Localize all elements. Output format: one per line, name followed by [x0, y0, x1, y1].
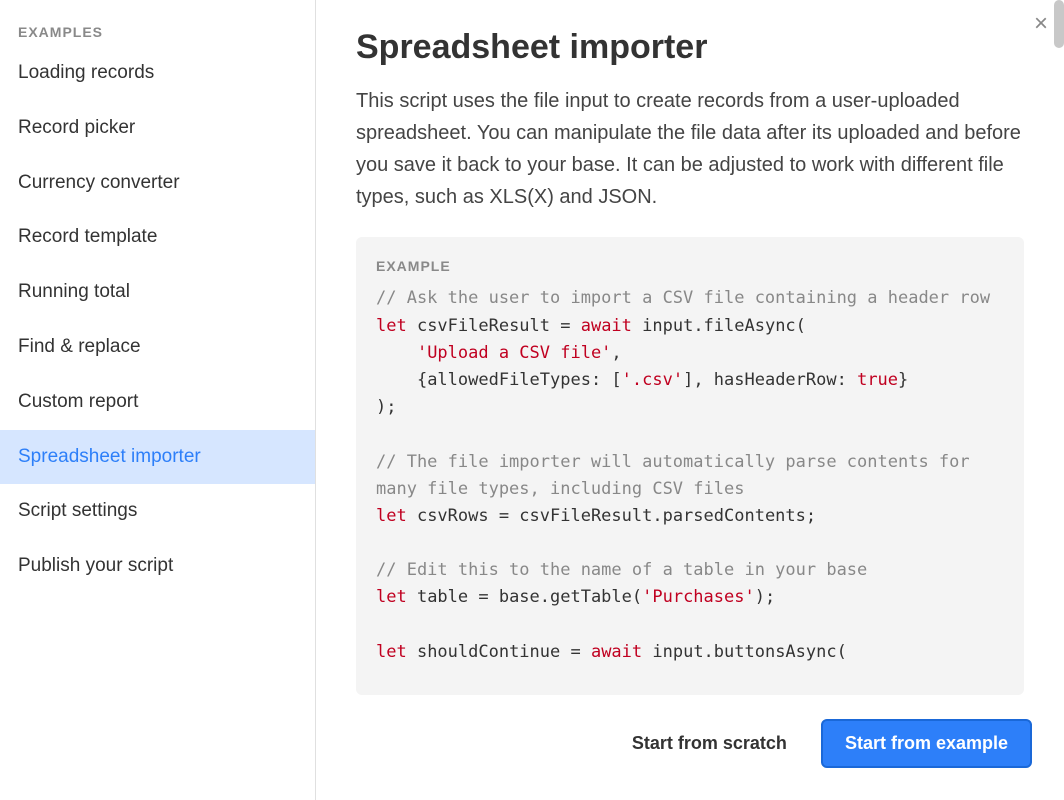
code-token-keyword: let — [376, 316, 407, 336]
page-description: This script uses the file input to creat… — [356, 85, 1024, 213]
code-token-plain: } — [898, 370, 908, 390]
code-token-plain — [376, 343, 417, 363]
start-from-scratch-button[interactable]: Start from scratch — [626, 723, 793, 764]
footer: Start from scratch Start from example — [316, 695, 1064, 800]
code-token-keyword: let — [376, 642, 407, 662]
code-token-plain: csvFileResult = — [407, 316, 581, 336]
close-icon[interactable]: × — [1030, 8, 1052, 40]
app-root: EXAMPLES Loading recordsRecord pickerCur… — [0, 0, 1064, 800]
code-token-string: '.csv' — [622, 370, 683, 390]
code-example-block: EXAMPLE // Ask the user to import a CSV … — [356, 237, 1024, 695]
code-token-plain: ); — [376, 397, 396, 417]
sidebar-item-currency-converter[interactable]: Currency converter — [0, 156, 315, 211]
sidebar-item-publish-your-script[interactable]: Publish your script — [0, 539, 315, 594]
scrollbar[interactable] — [1054, 0, 1064, 48]
code-token-plain: {allowedFileTypes: [ — [376, 370, 622, 390]
sidebar-item-running-total[interactable]: Running total — [0, 265, 315, 320]
code-token-await: await — [581, 316, 632, 336]
code-token-plain: csvRows = csvFileResult.parsedContents; — [407, 506, 816, 526]
main-panel: × Spreadsheet importer This script uses … — [316, 0, 1064, 800]
content: Spreadsheet importer This script uses th… — [316, 0, 1064, 695]
code-token-string: 'Purchases' — [642, 587, 755, 607]
sidebar: EXAMPLES Loading recordsRecord pickerCur… — [0, 0, 316, 800]
sidebar-item-record-template[interactable]: Record template — [0, 210, 315, 265]
sidebar-item-record-picker[interactable]: Record picker — [0, 101, 315, 156]
code-token-comment: // The file importer will automatically … — [376, 452, 980, 499]
sidebar-list: Loading recordsRecord pickerCurrency con… — [0, 46, 315, 594]
code-token-bool: true — [857, 370, 898, 390]
start-from-example-button[interactable]: Start from example — [821, 719, 1032, 768]
code-token-keyword: let — [376, 587, 407, 607]
sidebar-item-custom-report[interactable]: Custom report — [0, 375, 315, 430]
code-token-plain: ); — [755, 587, 775, 607]
code-token-keyword: let — [376, 506, 407, 526]
page-title: Spreadsheet importer — [356, 28, 1024, 67]
code-token-plain: input.fileAsync( — [632, 316, 806, 336]
sidebar-item-spreadsheet-importer[interactable]: Spreadsheet importer — [0, 430, 315, 485]
sidebar-item-loading-records[interactable]: Loading records — [0, 46, 315, 101]
code-token-plain: table = base.getTable( — [407, 587, 642, 607]
code-token-string: 'Upload a CSV file' — [417, 343, 611, 363]
sidebar-item-find-replace[interactable]: Find & replace — [0, 320, 315, 375]
code-token-plain: input.buttonsAsync( — [642, 642, 847, 662]
code-example-content: // Ask the user to import a CSV file con… — [376, 285, 1004, 666]
sidebar-header: EXAMPLES — [0, 14, 315, 46]
code-token-comment: // Ask the user to import a CSV file con… — [376, 288, 990, 308]
code-token-comment: // Edit this to the name of a table in y… — [376, 560, 867, 580]
code-token-plain: ], hasHeaderRow: — [683, 370, 857, 390]
code-token-plain: , — [611, 343, 621, 363]
code-token-plain: shouldContinue = — [407, 642, 591, 662]
code-example-label: EXAMPLE — [376, 255, 1004, 277]
sidebar-item-script-settings[interactable]: Script settings — [0, 484, 315, 539]
code-token-await: await — [591, 642, 642, 662]
